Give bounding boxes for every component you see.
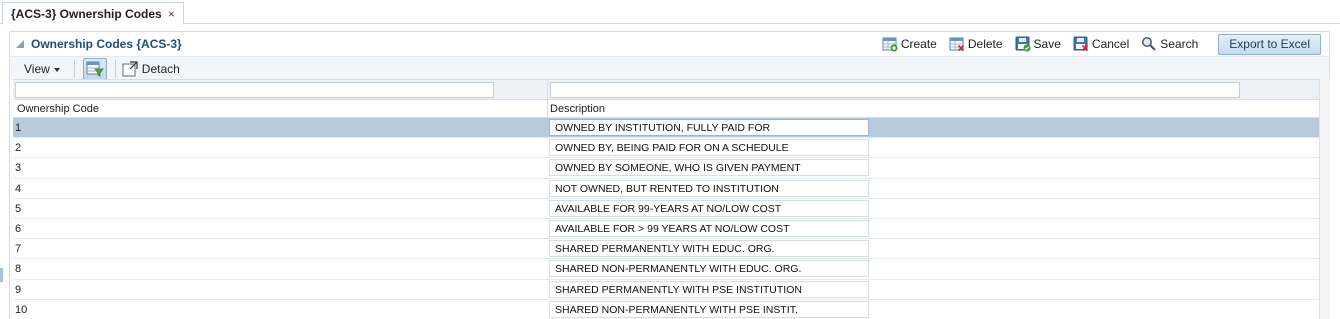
- column-divider: [547, 100, 548, 117]
- export-to-excel-button[interactable]: Export to Excel: [1218, 33, 1321, 55]
- table-row[interactable]: 6 AVAILABLE FOR > 99 YEARS AT NO/LOW COS…: [13, 219, 1319, 240]
- description-field[interactable]: SHARED PERMANENTLY WITH EDUC. ORG.: [549, 240, 869, 258]
- close-icon[interactable]: ×: [168, 8, 175, 20]
- description-field[interactable]: SHARED PERMANENTLY WITH PSE INSTITUTION: [549, 280, 869, 298]
- ownership-code-filter-input[interactable]: [15, 82, 494, 98]
- description-field[interactable]: OWNED BY SOMEONE, WHO IS GIVEN PAYMENT: [549, 159, 869, 177]
- tab-label: {ACS-3} Ownership Codes: [11, 6, 162, 21]
- ownership-code-cell: 3: [15, 162, 22, 175]
- ownership-code-cell: 7: [15, 243, 22, 256]
- search-label: Search: [1160, 37, 1199, 51]
- detach-icon: [122, 60, 138, 76]
- filter-row: [13, 79, 1319, 100]
- table-row[interactable]: 1 OWNED BY INSTITUTION, FULLY PAID FOR: [13, 118, 1319, 139]
- table-row[interactable]: 4 NOT OWNED, BUT RENTED TO INSTITUTION: [13, 179, 1319, 199]
- description-field[interactable]: SHARED NON-PERMANENTLY WITH PSE INSTIT.: [549, 300, 869, 318]
- description-field[interactable]: OWNED BY, BEING PAID FOR ON A SCHEDULE: [549, 139, 869, 157]
- toolbar: View Detach: [10, 56, 1329, 80]
- query-by-example-button[interactable]: [82, 57, 107, 80]
- ownership-code-cell: 4: [15, 182, 22, 195]
- description-field[interactable]: SHARED NON-PERMANENTLY WITH EDUC. ORG.: [549, 260, 869, 278]
- panel-header: Ownership Codes {ACS-3} Create Delete Sa…: [10, 32, 1329, 56]
- vertical-scrollbar[interactable]: [1319, 79, 1330, 319]
- ownership-code-cell: 2: [15, 142, 22, 155]
- ownership-code-cell: 6: [15, 222, 22, 235]
- save-button[interactable]: Save: [1015, 36, 1061, 52]
- search-icon: [1142, 37, 1157, 51]
- table-row[interactable]: 7 SHARED PERMANENTLY WITH EDUC. ORG.: [13, 239, 1319, 260]
- tab-ownership-codes[interactable]: {ACS-3} Ownership Codes ×: [2, 2, 184, 25]
- toolbar-divider: [114, 59, 116, 78]
- table-header: Ownership Code Description: [13, 100, 1319, 118]
- cancel-icon: [1073, 36, 1089, 52]
- search-button[interactable]: Search: [1141, 36, 1198, 52]
- chevron-down-icon: [53, 67, 60, 72]
- description-field[interactable]: AVAILABLE FOR > 99 YEARS AT NO/LOW COST: [549, 219, 869, 237]
- cancel-button[interactable]: Cancel: [1073, 36, 1129, 52]
- delete-label: Delete: [967, 37, 1003, 51]
- table-row[interactable]: 8 SHARED NON-PERMANENTLY WITH EDUC. ORG.: [13, 259, 1319, 280]
- description-field[interactable]: AVAILABLE FOR 99-YEARS AT NO/LOW COST: [549, 199, 869, 217]
- action-bar: Create Delete Save Cancel Search Export …: [870, 33, 1321, 55]
- ownership-code-cell: 9: [15, 283, 22, 296]
- save-icon: [1015, 36, 1031, 52]
- filter-table-icon: [86, 61, 104, 77]
- column-header-description[interactable]: Description: [550, 103, 605, 115]
- ownership-code-cell: 8: [15, 263, 22, 276]
- column-header-ownership-code[interactable]: Ownership Code: [17, 103, 99, 115]
- create-icon: [882, 37, 898, 52]
- table-body: 1 OWNED BY INSTITUTION, FULLY PAID FOR 2…: [13, 118, 1319, 319]
- collapse-icon[interactable]: [16, 40, 24, 48]
- create-label: Create: [900, 37, 937, 51]
- table-row[interactable]: 10 SHARED NON-PERMANENTLY WITH PSE INSTI…: [13, 300, 1319, 319]
- view-menu[interactable]: View: [24, 62, 60, 76]
- delete-button[interactable]: Delete: [949, 36, 1003, 52]
- table-row[interactable]: 2 OWNED BY, BEING PAID FOR ON A SCHEDULE: [13, 138, 1319, 159]
- toolbar-divider: [73, 59, 75, 78]
- description-field[interactable]: OWNED BY INSTITUTION, FULLY PAID FOR: [549, 119, 869, 136]
- splitter-handle[interactable]: [0, 268, 3, 282]
- description-filter-input[interactable]: [550, 82, 1240, 98]
- ownership-code-cell: 5: [15, 202, 22, 215]
- detach-label: Detach: [141, 61, 180, 76]
- ownership-code-cell: 1: [15, 122, 22, 134]
- tab-bar: {ACS-3} Ownership Codes ×: [0, 0, 1340, 25]
- ownership-codes-table: Ownership Code Description 1 OWNED BY IN…: [13, 79, 1319, 319]
- table-row[interactable]: 3 OWNED BY SOMEONE, WHO IS GIVEN PAYMENT: [13, 158, 1319, 179]
- cancel-label: Cancel: [1091, 37, 1130, 51]
- panel-title: Ownership Codes {ACS-3}: [31, 37, 182, 51]
- description-field[interactable]: NOT OWNED, BUT RENTED TO INSTITUTION: [549, 179, 869, 197]
- column-divider: [547, 80, 548, 99]
- create-button[interactable]: Create: [882, 36, 937, 52]
- save-label: Save: [1033, 37, 1061, 51]
- ownership-code-cell: 10: [15, 303, 28, 316]
- detach-button[interactable]: Detach: [122, 60, 180, 77]
- table-row[interactable]: 5 AVAILABLE FOR 99-YEARS AT NO/LOW COST: [13, 199, 1319, 219]
- table-row[interactable]: 9 SHARED PERMANENTLY WITH PSE INSTITUTIO…: [13, 280, 1319, 300]
- view-menu-label: View: [24, 61, 50, 76]
- delete-icon: [949, 37, 964, 52]
